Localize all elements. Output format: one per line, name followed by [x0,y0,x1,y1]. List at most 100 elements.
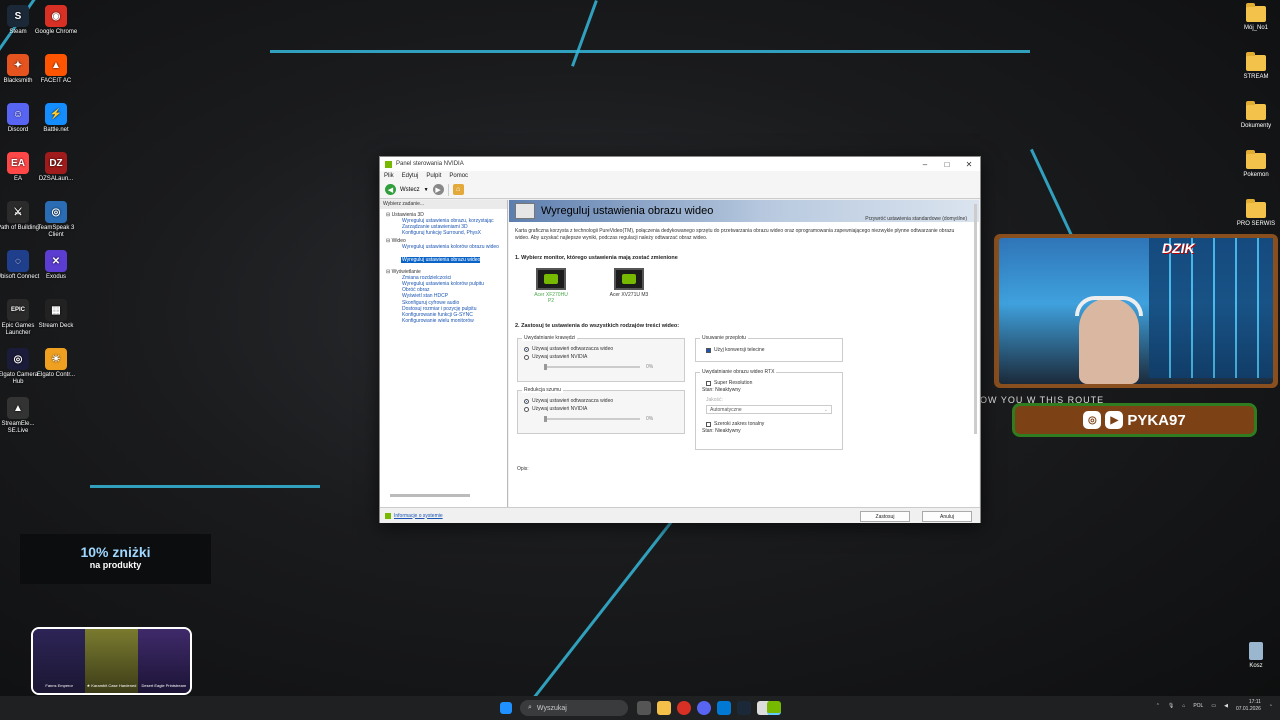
folder-icon [1246,101,1266,120]
nvidia-logo-icon [385,160,392,168]
start-button-icon[interactable] [500,702,512,714]
quality-dropdown[interactable]: Automatyczne ⌄ [706,405,832,414]
radio-option[interactable]: Używaj ustawień NVIDIA [524,353,684,361]
desktop-folder-icon[interactable]: Pokemon [1234,150,1278,179]
desktop-shortcut[interactable]: ⚡ Battle.net [31,103,81,134]
group-title: Usuwanie przeplotu [700,335,748,341]
skin-card: Fanns Emperor [33,629,86,693]
telecine-checkbox[interactable]: Użyj konwersji telecine [706,346,842,354]
super-resolution-checkbox[interactable]: Super Resolution [706,379,842,387]
chevron-down-icon[interactable]: ▼ [424,187,429,193]
skin-cards: Fanns Emperor ★ Karambit Case Hardened D… [31,627,192,695]
desktop-folder-icon[interactable]: Mój_No1 [1234,3,1278,32]
app-icon: ◉ [45,5,67,27]
deinterlacing-group: Usuwanie przeplotu Użyj konwersji teleci… [695,335,843,362]
video-settings-icon [515,203,535,219]
chevron-up-icon[interactable]: ⌃ [1156,703,1160,709]
notification-icon[interactable]: ◔ [1269,703,1272,709]
nvidia-taskbar-icon[interactable] [767,701,781,715]
desktop-shortcut[interactable]: ▲ FACEIT AC [31,54,81,85]
chevron-down-icon: ⌄ [823,407,828,413]
task-header: Wybierz zadanie... [380,200,507,209]
recycle-bin[interactable]: Kosz [1234,642,1278,670]
steam-icon[interactable] [737,701,751,715]
rtx-status: Stan: Nieaktywny [702,387,741,393]
social-banner: ◎ ▶ PYKA97 [1012,403,1257,437]
language-indicator[interactable]: POL [1193,703,1203,709]
app-icon: ✦ [7,54,29,76]
monitor-option[interactable]: Acer XV271U M3 [609,268,649,298]
monitor-option[interactable]: Acer XF270HU P2 [531,268,571,304]
desktop-shortcut[interactable]: DZ DZSALaun... [31,152,81,183]
desktop-shortcut[interactable]: ◉ Google Chrome [31,5,81,36]
vertical-scrollbar[interactable] [974,204,977,434]
file-explorer-icon[interactable] [657,701,671,715]
apply-button[interactable]: Zastosuj [860,511,910,522]
page-description: Karta graficzna korzysta z technologii P… [515,228,955,241]
close-button[interactable]: ✕ [958,160,980,169]
search-icon: ⌕ [528,704,532,711]
desktop-folder-icon[interactable]: Dokumenty [1234,101,1278,130]
discord-icon[interactable] [697,701,711,715]
monitor-icon[interactable]: ▭ [1211,703,1216,709]
promo-line1: 10% zniżki [80,544,151,560]
microphone-icon[interactable]: 🎙 [1168,703,1174,709]
radio-option[interactable]: Używaj ustawień NVIDIA [524,405,684,413]
restore-defaults-link[interactable]: Przywróć ustawienia standardowe (domyśln… [865,216,967,222]
noise-slider[interactable] [544,416,640,422]
menu-edit[interactable]: Edytuj [402,173,419,179]
back-arrow-icon[interactable]: ◀ [385,184,396,195]
desktop-shortcut[interactable]: ▲ StreamEle... SE.Live [0,397,43,435]
volume-icon[interactable]: ◀ [1224,703,1228,709]
system-info-link[interactable]: Informacje o systemie [385,512,443,519]
desktop-folder-icon[interactable]: STREAM [1234,52,1278,81]
home-icon[interactable]: ⌂ [452,184,464,195]
desktop-shortcut[interactable]: ▦ Stream Deck [31,299,81,330]
edge-slider[interactable] [544,364,640,370]
noise-reduction-group: Redukcja szumu Używaj ustawień odtwarzac… [517,387,685,434]
store-icon[interactable] [717,701,731,715]
tree-item[interactable]: Konfigurowanie wielu monitorów [380,318,507,324]
radio-option[interactable]: Używaj ustawień odtwarzacza wideo [524,345,684,353]
app-icon: ▲ [45,54,67,76]
app-icon: ☺ [7,103,29,125]
horizontal-scrollbar[interactable] [390,494,470,497]
forward-arrow-icon[interactable]: ▶ [432,184,444,195]
back-button-label[interactable]: Wstecz [400,187,420,193]
edge-enhancement-group: Uwydatnianie krawędzi Używaj ustawień od… [517,335,685,382]
page-banner: Wyreguluj ustawienia obrazu wideo Przywr… [509,200,979,222]
menu-bar: Plik Edytuj Pulpit Pomoc [380,171,980,181]
minimize-button[interactable]: – [914,160,936,169]
network-icon[interactable]: ⌂ [1182,703,1185,709]
cancel-button[interactable]: Anuluj [922,511,972,522]
task-view-icon[interactable] [637,701,651,715]
radio-icon [524,354,529,360]
menu-desktop[interactable]: Pulpit [426,173,441,179]
menu-file[interactable]: Plik [384,173,394,179]
desktop-shortcut[interactable]: ☀ Elgato Contr... [31,348,81,379]
recycle-bin-icon [1249,642,1263,660]
tree-item[interactable]: Konfiguruj funkcję Surround, PhysX [380,230,507,236]
rtx-video-group: Uwydatnianie obrazu wideo RTX Super Reso… [695,369,843,450]
radio-icon [524,406,529,412]
radio-option[interactable]: Używaj ustawień odtwarzacza wideo [524,397,684,405]
taskbar-search[interactable]: ⌕ Wyszukaj [520,700,628,716]
skin-card: ★ Karambit Case Hardened [85,629,138,693]
desktop-shortcut[interactable]: ◎ TeamSpeak 3 Client [31,201,81,239]
maximize-button[interactable]: □ [936,160,958,169]
nvidia-control-panel-window: Panel sterowania NVIDIA – □ ✕ Plik Edytu… [379,156,981,523]
desktop-shortcut[interactable]: ✕ Exodus [31,250,81,281]
folder-icon [1246,3,1266,22]
group-title: Uwydatnianie krawędzi [522,335,578,341]
app-icon: ◌ [7,250,29,272]
hdr-status: Stan: Nieaktywny [702,428,741,434]
wallpaper-stripe [571,0,598,67]
desktop-folder-icon[interactable]: PRO SERWIS [1234,199,1278,228]
menu-help[interactable]: Pomoc [449,173,468,179]
tree-item-selected[interactable]: Wyreguluj ustawienia obrazu wideo [401,256,481,263]
hdr-checkbox[interactable]: Szeroki zakres tonalny [706,420,842,428]
chrome-icon[interactable] [677,701,691,715]
clock[interactable]: 17:11 07.01.2026 [1236,699,1261,713]
checkbox-icon [706,347,711,353]
title-bar: Panel sterowania NVIDIA – □ ✕ [380,157,980,171]
